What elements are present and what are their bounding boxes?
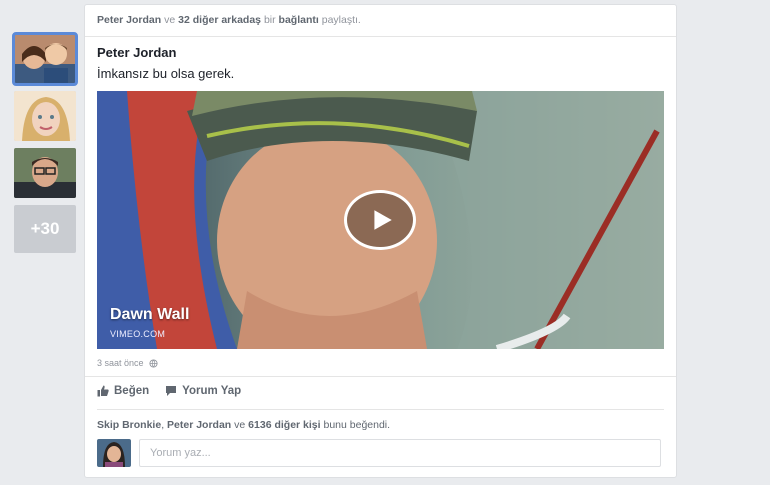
- current-user-avatar: [97, 439, 131, 467]
- video-player[interactable]: Dawn Wall VIMEO.COM: [97, 91, 664, 349]
- header-link-word[interactable]: bağlantı: [279, 14, 319, 26]
- liker-name-1[interactable]: Skip Bronkie: [97, 419, 161, 431]
- likes-conj: ve: [234, 419, 246, 431]
- divider: [85, 376, 676, 377]
- post-timestamp[interactable]: 3 saat önce: [97, 358, 158, 368]
- comment-bubble-icon: [166, 386, 177, 396]
- liker-name-2[interactable]: Peter Jordan: [167, 419, 231, 431]
- like-label: Beğen: [114, 385, 150, 397]
- news-feed-story: Peter Jordan ve 32 diğer arkadaş bir bağ…: [84, 4, 677, 478]
- likers-others-link[interactable]: 6136 diğer kişi: [248, 419, 320, 431]
- more-friends-count[interactable]: +30: [14, 205, 76, 253]
- header-name-link[interactable]: Peter Jordan: [97, 14, 161, 26]
- thumbs-up-icon: [97, 385, 109, 397]
- video-source: VIMEO.COM: [110, 329, 166, 339]
- friend-avatar-couple[interactable]: [12, 32, 78, 86]
- friend-avatar-man-glasses[interactable]: [14, 148, 76, 198]
- story-header: Peter Jordan ve 32 diğer arkadaş bir bağ…: [85, 5, 676, 37]
- comment-button[interactable]: Yorum Yap: [165, 385, 241, 397]
- play-icon: [374, 210, 392, 230]
- video-title: Dawn Wall: [110, 306, 190, 323]
- post-author-name[interactable]: Peter Jordan: [97, 45, 176, 60]
- play-button[interactable]: [344, 190, 416, 250]
- likes-suffix: bunu beğendi.: [323, 419, 391, 431]
- header-friends-link[interactable]: 32 diğer arkadaş: [178, 14, 261, 26]
- header-shared: paylaştı.: [321, 14, 361, 26]
- post-actions: Beğen Yorum Yap: [97, 385, 241, 397]
- like-button[interactable]: Beğen: [97, 385, 149, 397]
- header-word-bir: bir: [263, 14, 276, 26]
- likes-sep: ,: [161, 419, 165, 431]
- header-conj: ve: [164, 14, 176, 26]
- friend-avatar-woman[interactable]: [14, 91, 76, 141]
- timestamp-text: 3 saat önce: [97, 358, 144, 368]
- comment-label: Yorum Yap: [182, 385, 242, 397]
- post-text: İmkansız bu olsa gerek.: [97, 66, 235, 81]
- comment-composer: [97, 439, 661, 467]
- comment-input[interactable]: [139, 439, 661, 467]
- friends-avatar-column: +30: [12, 32, 78, 253]
- globe-icon: [148, 358, 158, 368]
- divider: [97, 409, 664, 410]
- likes-summary: Skip Bronkie, Peter Jordan ve 6136 diğer…: [97, 419, 390, 431]
